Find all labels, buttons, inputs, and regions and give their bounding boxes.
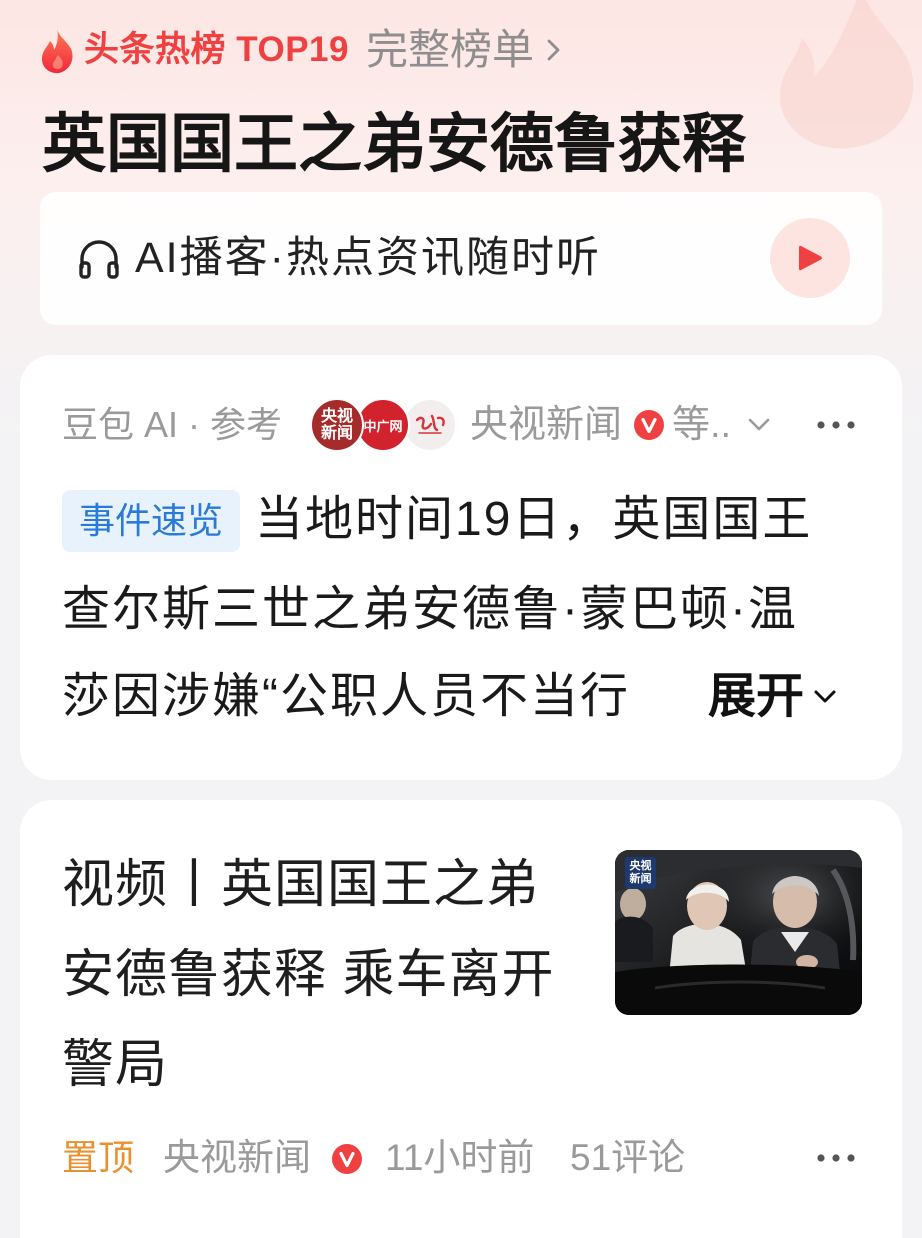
more-dots-icon[interactable] bbox=[815, 419, 857, 431]
event-summary-tag: 事件速览 bbox=[62, 490, 240, 552]
ai-source-prefix: 豆包 AI · 参考 bbox=[62, 404, 283, 445]
news-title-line: 视频丨英国国王之弟 bbox=[62, 856, 540, 914]
more-sources-toggle[interactable]: 等.. bbox=[672, 398, 771, 452]
cctv-news-watermark: 央视 新闻 bbox=[625, 857, 656, 889]
more-dots-icon[interactable] bbox=[815, 1152, 857, 1164]
video-news-card[interactable]: 视频丨英国国王之弟 安德鲁获释 乘车离开 警局 央视 新闻 置顶 央视新闻 11… bbox=[20, 800, 902, 1238]
flame-watermark-icon bbox=[780, 0, 914, 149]
flame-icon bbox=[40, 28, 76, 74]
verified-v-icon bbox=[332, 1144, 362, 1174]
expand-label: 展开 bbox=[708, 670, 805, 723]
badge-text: 央视 bbox=[629, 860, 652, 872]
logo-text: 央视 bbox=[320, 408, 353, 425]
chevron-right-icon bbox=[547, 39, 560, 61]
logo-text: 新闻 bbox=[320, 425, 353, 442]
headphones-icon bbox=[79, 240, 119, 279]
news-title-line: 安德鲁获释 乘车离开 bbox=[62, 946, 555, 1004]
news-source: 央视新闻 bbox=[163, 1137, 311, 1178]
badge-text: 新闻 bbox=[629, 873, 652, 885]
full-list-link[interactable]: 完整榜单 bbox=[366, 22, 562, 78]
pinned-label: 置顶 bbox=[62, 1137, 135, 1178]
ai-podcast-bar[interactable]: AI播客·热点资讯随时听 bbox=[40, 192, 882, 325]
summary-fade bbox=[632, 654, 704, 740]
summary-line: 当地时间19日，英国国王 bbox=[255, 493, 813, 546]
page-title: 英国国王之弟安德鲁获释 bbox=[42, 108, 746, 180]
comment-count[interactable]: 51评论 bbox=[570, 1134, 685, 1182]
publish-time: 11小时前 bbox=[385, 1137, 535, 1178]
more-sources-label: 等.. bbox=[672, 404, 732, 446]
verified-v-icon bbox=[634, 410, 664, 440]
calligraphy-logo bbox=[403, 398, 457, 452]
logo-text: 中广网 bbox=[363, 418, 403, 434]
hot-list-brand: 头条热榜 TOP19 bbox=[84, 30, 349, 69]
expand-button[interactable]: 展开 bbox=[704, 654, 839, 740]
play-icon bbox=[799, 245, 822, 271]
news-title-line: 警局 bbox=[62, 1036, 169, 1094]
ai-summary-card: 豆包 AI · 参考 央视 新闻 中广网 央视新闻 等.. 事件速览 当地时间1… bbox=[20, 355, 902, 780]
full-list-label: 完整榜单 bbox=[366, 26, 535, 73]
video-thumbnail[interactable]: 央视 新闻 bbox=[615, 850, 862, 1015]
cnr-logo: 中广网 bbox=[356, 398, 410, 452]
chevron-down-icon bbox=[748, 418, 770, 431]
play-button[interactable] bbox=[770, 218, 850, 298]
cctv-news-logo: 央视 新闻 bbox=[310, 398, 364, 452]
summary-line: 查尔斯三世之弟安德鲁·蒙巴顿·温 bbox=[62, 583, 798, 636]
podcast-label: AI播客·热点资讯随时听 bbox=[135, 234, 601, 282]
summary-line: 莎因涉嫌“公职人员不当行 bbox=[62, 670, 630, 723]
source-name: 央视新闻 bbox=[470, 404, 623, 446]
chevron-down-icon bbox=[814, 690, 836, 703]
